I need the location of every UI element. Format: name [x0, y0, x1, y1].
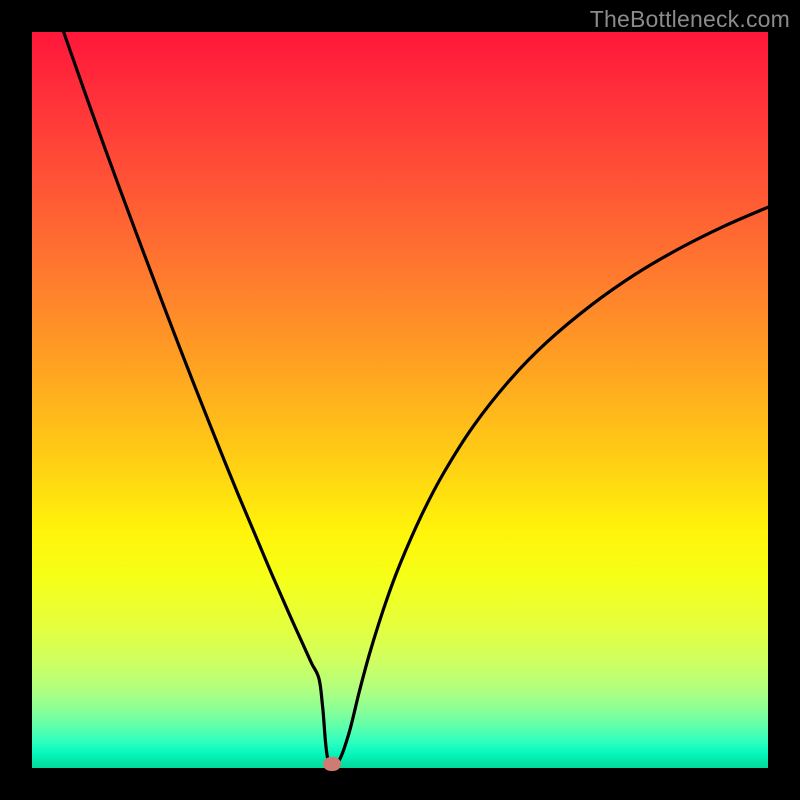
- chart-frame: TheBottleneck.com: [0, 0, 800, 800]
- plot-area: [32, 32, 768, 768]
- watermark-text: TheBottleneck.com: [590, 6, 790, 33]
- bottleneck-curve: [32, 32, 768, 768]
- minimum-marker: [323, 757, 341, 771]
